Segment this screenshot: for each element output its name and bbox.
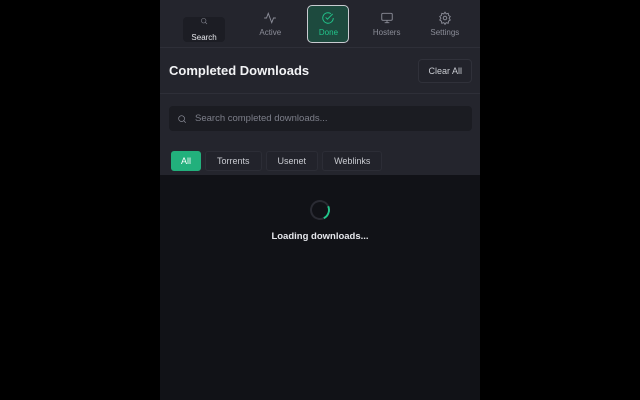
nav-search[interactable]: Search <box>183 17 226 42</box>
filter-all[interactable]: All <box>171 151 202 171</box>
clear-all-button[interactable]: Clear All <box>418 58 472 83</box>
filter-tabs: All Torrents Usenet Weblinks <box>171 151 480 171</box>
filter-torrents[interactable]: Torrents <box>205 151 262 171</box>
loading-text: Loading downloads... <box>271 231 369 242</box>
nav-label: Active <box>259 27 282 37</box>
nav-label: Done <box>318 27 339 37</box>
search-bar <box>169 106 472 131</box>
nav-bar: Search Active Done Hosters Settings <box>160 0 480 48</box>
nav-done[interactable]: Done <box>307 4 350 43</box>
nav-settings[interactable]: Settings <box>424 5 466 43</box>
app-panel: Search Active Done Hosters Settings Comp… <box>160 0 480 400</box>
search-icon <box>201 18 208 25</box>
nav-active[interactable]: Active <box>249 5 291 43</box>
page-title: Completed Downloads <box>169 63 310 78</box>
search-input[interactable] <box>195 113 464 124</box>
search-icon <box>178 114 186 123</box>
monitor-icon <box>380 12 393 23</box>
check-circle-icon <box>322 11 335 24</box>
activity-icon <box>264 11 277 24</box>
gear-icon <box>438 10 451 25</box>
nav-label: Settings <box>430 27 460 37</box>
loading-state: Loading downloads... <box>160 197 480 242</box>
nav-hosters[interactable]: Hosters <box>366 5 408 43</box>
nav-label: Search <box>191 33 217 42</box>
page-header: Completed Downloads Clear All <box>160 48 480 94</box>
filter-weblinks[interactable]: Weblinks <box>322 151 383 171</box>
nav-label: Hosters <box>372 27 401 37</box>
filter-usenet[interactable]: Usenet <box>265 151 319 171</box>
loading-spinner-icon <box>307 197 333 223</box>
